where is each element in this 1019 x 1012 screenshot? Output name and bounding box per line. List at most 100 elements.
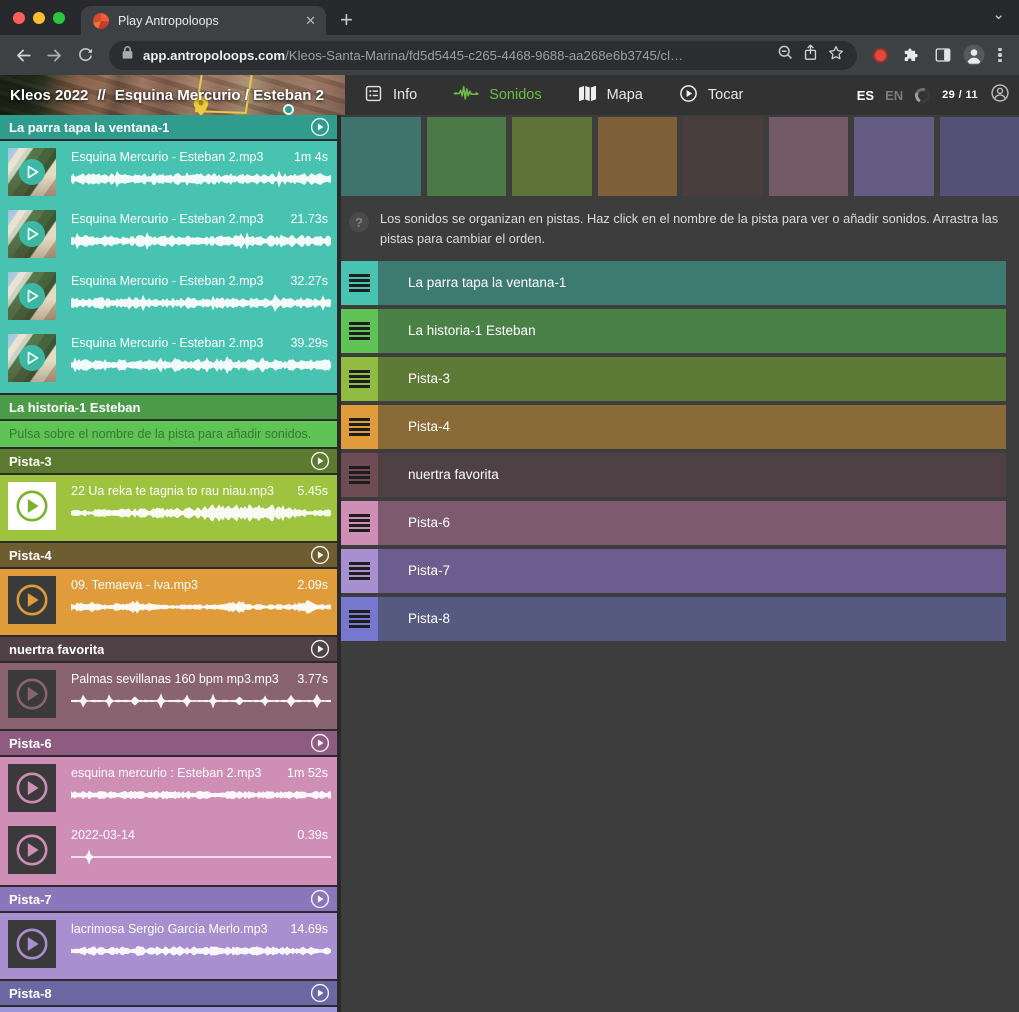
nav-item-sonidos[interactable]: Sonidos [453,85,541,106]
clip-play-button[interactable] [14,832,50,868]
track-header[interactable]: Pista-4 [0,543,337,567]
mixer-column-swatch[interactable] [854,117,934,196]
track-row-button[interactable]: Pista-3 [378,357,1006,401]
track-play-icon[interactable] [310,117,330,137]
audio-clip[interactable]: esquina mercurio : Esteban 2.mp31m 52s [0,757,337,819]
track-play-icon[interactable] [310,733,330,753]
audio-clip[interactable]: lacrimosa Sergio García Merlo.mp314.69s [0,913,337,975]
share-icon[interactable] [803,44,818,66]
track-row-button[interactable]: La historia-1 Esteban [378,309,1006,353]
clip-duration: 14.69s [290,922,328,936]
audio-clip[interactable]: Esquina Mercurio - Esteban 2.mp339.29s [0,327,337,389]
clip-play-button[interactable] [14,926,50,962]
nav-item-mapa[interactable]: Mapa [578,85,643,106]
track-play-icon[interactable] [310,639,330,659]
clip-waveform [71,688,328,714]
new-tab-button[interactable]: + [340,9,353,31]
track-row-button[interactable]: Pista-6 [378,501,1006,545]
side-panel-icon[interactable] [928,41,957,70]
audio-clip[interactable]: 09. Temaeva - Iva.mp32.09s [0,569,337,631]
track-header[interactable]: Pista-8 [0,981,337,1005]
mixer-column-swatch[interactable] [769,117,849,196]
track-drag-handle[interactable] [341,501,378,545]
track-clips: Esquina Mercurio - Esteban 2.mp31m 4sEsq… [0,141,337,393]
track-header[interactable]: Pista-3 [0,449,337,473]
track-row-button[interactable]: La parra tapa la ventana-1 [378,261,1006,305]
clip-filename: 2022-03-14 [71,828,135,842]
track-play-icon[interactable] [310,545,330,565]
audio-clip[interactable]: 2022-03-140.39s [0,819,337,881]
clip-play-button[interactable] [18,220,46,248]
reload-button[interactable] [71,41,100,70]
tab-search-chevron-icon[interactable]: ⌄ [992,7,1005,22]
extensions-puzzle-icon[interactable] [897,41,926,70]
clip-play-button[interactable] [14,770,50,806]
browser-menu-icon[interactable] [990,41,1010,70]
record-extension-icon[interactable] [866,41,895,70]
clip-waveform [71,782,328,808]
track-play-icon[interactable] [310,983,330,1003]
clip-meta: esquina mercurio : Esteban 2.mp31m 52s [71,757,337,819]
track-row-button[interactable]: Pista-4 [378,405,1006,449]
browser-tab[interactable]: Play Antropoloops ✕ [81,6,326,35]
track-drag-handle[interactable] [341,357,378,401]
project-banner[interactable]: Kleos 2022 // Esquina Mercurio / Esteban… [0,75,345,115]
clip-play-button[interactable] [18,282,46,310]
track-row-button[interactable]: Pista-7 [378,549,1006,593]
mixer-column-swatch[interactable] [341,117,421,196]
audio-clip[interactable]: Esquina Mercurio - Esteban 2.mp332.27s [0,265,337,327]
fullscreen-window-button[interactable] [53,12,65,24]
track-header[interactable]: La parra tapa la ventana-1 [0,115,337,139]
clip-play-button[interactable] [18,344,46,372]
track-play-icon[interactable] [310,451,330,471]
close-window-button[interactable] [13,12,25,24]
track-drag-handle[interactable] [341,453,378,497]
track-row: Pista-4 [341,405,1006,449]
nav-item-tocar[interactable]: Tocar [679,84,743,107]
url-bar[interactable]: app.antropoloops.com/Kleos-Santa-Marina/… [109,41,857,70]
clip-waveform [71,938,328,964]
track-row-button[interactable]: nuertra favorita [378,453,1006,497]
track-drag-handle[interactable] [341,261,378,305]
audio-clip[interactable]: Palmas sevillanas 160 bpm mp3.mp33.77s [0,663,337,725]
zoom-out-icon[interactable] [777,44,794,66]
clip-info: lacrimosa Sergio García Merlo.mp314.69s [71,922,328,936]
clip-meta: lacrimosa Sergio García Merlo.mp314.69s [71,913,337,975]
track-header[interactable]: Pista-7 [0,887,337,911]
mixer-column-swatch[interactable] [512,117,592,196]
clip-play-button[interactable] [14,582,50,618]
drag-handle-icon [349,466,370,484]
clip-play-button[interactable] [14,676,50,712]
language-toggle-es[interactable]: ES [857,88,874,103]
tab-close-icon[interactable]: ✕ [305,14,316,27]
account-icon[interactable] [990,83,1010,108]
clip-play-button[interactable] [18,158,46,186]
audio-clip[interactable]: Esquina Mercurio - Esteban 2.mp321.73s [0,203,337,265]
back-button[interactable] [9,41,38,70]
track-drag-handle[interactable] [341,597,378,641]
nav-item-info[interactable]: Info [364,84,417,107]
clip-waveform [71,228,328,254]
track-play-icon[interactable] [310,889,330,909]
audio-clip[interactable]: Esquina Mercurio - Esteban 2.mp31m 4s [0,141,337,203]
audio-clip[interactable]: 22 Ua reka te tagnia to rau niau.mp35.45… [0,475,337,537]
track-drag-handle[interactable] [341,549,378,593]
clip-play-button[interactable] [14,488,50,524]
breadcrumb-project[interactable]: Kleos 2022 [10,87,88,104]
mixer-column-swatch[interactable] [598,117,678,196]
track-drag-handle[interactable] [341,405,378,449]
track-header[interactable]: Pista-6 [0,731,337,755]
clip-thumbnail [8,826,56,874]
mixer-column-swatch[interactable] [683,117,763,196]
track-header[interactable]: nuertra favorita [0,637,337,661]
bookmark-star-icon[interactable] [827,44,845,67]
minimize-window-button[interactable] [33,12,45,24]
mixer-column-swatch[interactable] [940,117,1019,196]
mixer-column-swatch[interactable] [427,117,507,196]
forward-button[interactable] [40,41,69,70]
language-toggle-en[interactable]: EN [885,88,903,103]
profile-avatar-icon[interactable] [959,41,988,70]
track-drag-handle[interactable] [341,309,378,353]
track-header[interactable]: La historia-1 Esteban [0,395,337,419]
track-row-button[interactable]: Pista-8 [378,597,1006,641]
